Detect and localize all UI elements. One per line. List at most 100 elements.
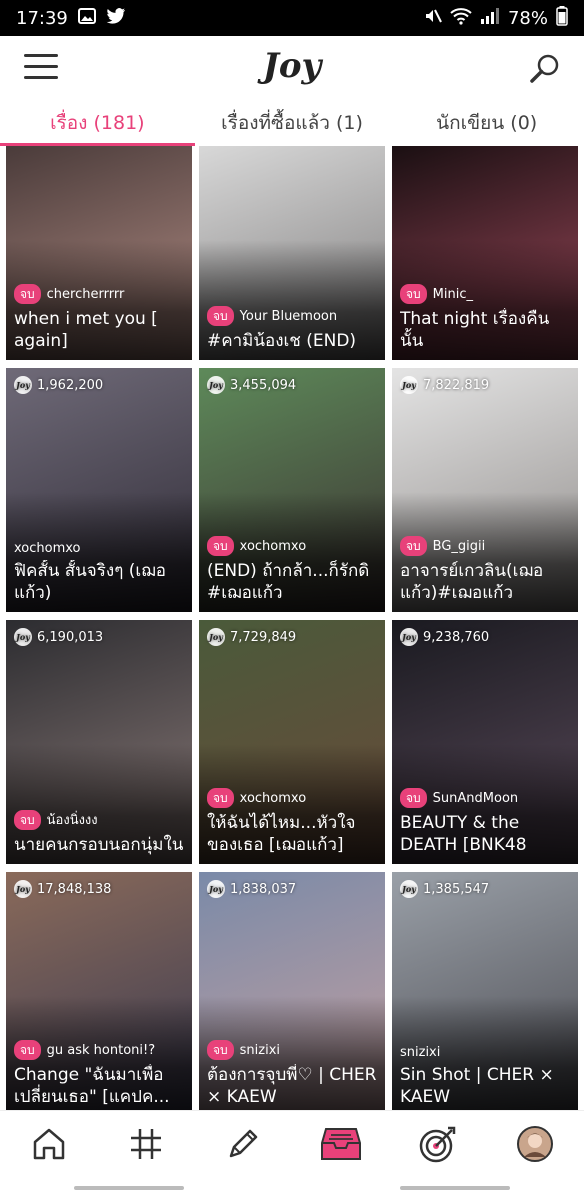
story-title: Sin Shot | CHER × KAEW bbox=[400, 1065, 554, 1107]
card-meta: จบ Your Bluemoon #คามิน้องเช (END) bbox=[207, 306, 379, 352]
author-row: จบ น้องนิ่งงง bbox=[14, 809, 186, 830]
views-icon: Joy bbox=[14, 880, 32, 898]
author-row: จบ Minic_ bbox=[400, 284, 572, 304]
story-card[interactable]: Joy 1,962,200 xochomxo ฟิคสั้น สั้นจริงๆ (เ… bbox=[6, 368, 192, 612]
gesture-pill bbox=[400, 1186, 510, 1190]
card-meta: จบ Minic_ That night เรื่องคืนนั้น bbox=[400, 284, 572, 352]
views-icon: Joy bbox=[14, 628, 32, 646]
views-icon: Joy bbox=[400, 880, 418, 898]
view-count-text: 17,848,138 bbox=[37, 881, 112, 897]
nav-profile[interactable] bbox=[511, 1120, 559, 1168]
target-icon bbox=[419, 1126, 456, 1162]
completed-badge: จบ bbox=[207, 1040, 234, 1060]
card-meta: จบ snizixi ต้องการจุบพี่♡ | CHER × KAEW bbox=[207, 1040, 379, 1108]
story-card[interactable]: Joy 17,848,138 จบ gu ask hontoni!? Change "ฉ… bbox=[6, 872, 192, 1110]
story-title: (END) ถ้ากล้า...ก็รักดิ #เฌอแก้ว bbox=[207, 561, 370, 603]
author-name: snizixi bbox=[400, 1045, 441, 1060]
story-card[interactable]: Joy 9,238,760 จบ SunAndMoon BEAUTY & the DEA… bbox=[392, 620, 578, 864]
author-row: จบ chercherrrrr bbox=[14, 284, 186, 304]
story-card[interactable]: Joy 3,455,094 จบ xochomxo (END) ถ้ากล้า...ก็… bbox=[199, 368, 385, 612]
author-row: snizixi bbox=[400, 1045, 572, 1060]
search-button[interactable] bbox=[528, 52, 562, 86]
author-row: จบ snizixi bbox=[207, 1040, 379, 1060]
view-count: Joy 6,190,013 bbox=[14, 628, 103, 646]
avatar bbox=[517, 1125, 554, 1162]
view-count: Joy 9,238,760 bbox=[400, 628, 489, 646]
completed-badge: จบ bbox=[14, 809, 41, 830]
story-title: ให้ฉันได้ไหม...หัวใจของเธอ [เฌอแก้ว] bbox=[207, 813, 356, 855]
completed-badge: จบ bbox=[400, 284, 427, 304]
author-name: gu ask hontoni!? bbox=[46, 1042, 156, 1058]
battery-percent: 78% bbox=[507, 7, 548, 29]
completed-badge: จบ bbox=[14, 284, 41, 304]
view-count-text: 3,455,094 bbox=[230, 377, 297, 393]
search-icon bbox=[530, 54, 559, 83]
card-meta: จบ xochomxo ให้ฉันได้ไหม...หัวใจของเธอ [เฌ… bbox=[207, 788, 379, 856]
author-row: จบ gu ask hontoni!? bbox=[14, 1040, 186, 1060]
gesture-bar bbox=[0, 1176, 584, 1200]
home-icon bbox=[33, 1128, 64, 1159]
author-row: จบ Your Bluemoon bbox=[207, 306, 379, 326]
status-bar: 17:39 78% bbox=[0, 0, 584, 36]
story-card[interactable]: Joy 7,822,819 จบ BG_gigii อาจารย์เกวลิน(เฌอแ… bbox=[392, 368, 578, 612]
view-count-text: 6,190,013 bbox=[37, 629, 104, 645]
story-card[interactable]: จบ chercherrrrr when i met you [ again] bbox=[6, 146, 192, 360]
author-name: Minic_ bbox=[432, 286, 473, 302]
nav-library[interactable] bbox=[317, 1120, 365, 1168]
card-meta: จบ xochomxo (END) ถ้ากล้า...ก็รักดิ #เฌอแก… bbox=[207, 536, 379, 604]
view-count-text: 7,729,849 bbox=[230, 629, 297, 645]
card-meta: จบ gu ask hontoni!? Change "ฉันมาเพื่อเปลี… bbox=[14, 1040, 186, 1108]
story-card[interactable]: จบ Your Bluemoon #คามิน้องเช (END) bbox=[199, 146, 385, 360]
author-name: SunAndMoon bbox=[432, 790, 519, 806]
tab-purchased[interactable]: เรื่องที่ซื้อแล้ว (1) bbox=[195, 100, 390, 146]
view-count: Joy 17,848,138 bbox=[14, 880, 111, 898]
story-card[interactable]: Joy 6,190,013 จบ น้องนิ่งงงนายคนกรอบนอกนุ่ม… bbox=[6, 620, 192, 864]
story-card[interactable]: Joy 7,729,849 จบ xochomxo ให้ฉันได้ไหม...หัว… bbox=[199, 620, 385, 864]
author-name: Your Bluemoon bbox=[239, 308, 338, 324]
author-row: จบ xochomxo bbox=[207, 788, 379, 808]
views-icon: Joy bbox=[14, 376, 32, 394]
tab-bar: เรื่อง (181) เรื่องที่ซื้อแล้ว (1) นักเข… bbox=[0, 100, 584, 146]
completed-badge: จบ bbox=[400, 788, 427, 808]
gesture-pill bbox=[74, 1186, 184, 1190]
view-count-text: 7,822,819 bbox=[423, 377, 490, 393]
nav-tags[interactable] bbox=[122, 1120, 170, 1168]
story-card[interactable]: Joy 1,838,037 จบ snizixi ต้องการจุบพี่♡ | CH… bbox=[199, 872, 385, 1110]
story-grid: จบ chercherrrrr when i met you [ again] จบ Y… bbox=[0, 146, 584, 1110]
bottom-nav bbox=[0, 1110, 584, 1176]
mute-icon bbox=[424, 7, 442, 30]
tab-writers[interactable]: นักเขียน (0) bbox=[389, 100, 584, 146]
signal-icon bbox=[480, 7, 500, 30]
nav-home[interactable] bbox=[25, 1120, 73, 1168]
view-count-text: 1,838,037 bbox=[230, 881, 297, 897]
completed-badge: จบ bbox=[207, 306, 234, 326]
views-icon: Joy bbox=[207, 880, 225, 898]
battery-icon bbox=[556, 5, 568, 31]
views-icon: Joy bbox=[400, 628, 418, 646]
story-title: BEAUTY & the DEATH [BNK48 เฌอxแก้ว] bbox=[400, 813, 527, 855]
nav-goals[interactable] bbox=[414, 1120, 462, 1168]
card-meta: จบ chercherrrrr when i met you [ again] bbox=[14, 284, 186, 352]
wifi-icon bbox=[450, 7, 472, 30]
views-icon: Joy bbox=[207, 376, 225, 394]
story-card[interactable]: Joy 1,385,547 snizixi Sin Shot | CHER × KAE… bbox=[392, 872, 578, 1110]
completed-badge: จบ bbox=[400, 536, 427, 556]
view-count: Joy 1,385,547 bbox=[400, 880, 489, 898]
story-title: That night เรื่องคืนนั้น bbox=[400, 309, 550, 351]
story-title: Change "ฉันมาเพื่อเปลี่ยนเธอ" [แคปค... bbox=[14, 1065, 170, 1107]
view-count: Joy 1,838,037 bbox=[207, 880, 296, 898]
nav-write[interactable] bbox=[219, 1120, 267, 1168]
view-count-text: 1,962,200 bbox=[37, 377, 104, 393]
story-card[interactable]: จบ Minic_ That night เรื่องคืนนั้น bbox=[392, 146, 578, 360]
view-count: Joy 7,822,819 bbox=[400, 376, 489, 394]
image-icon bbox=[77, 7, 96, 29]
story-title: นายคนกรอบนอกนุ่มใน bbox=[14, 835, 184, 855]
author-name: snizixi bbox=[239, 1042, 281, 1058]
completed-badge: จบ bbox=[207, 536, 234, 556]
tab-stories[interactable]: เรื่อง (181) bbox=[0, 100, 195, 146]
card-meta: จบ BG_gigii อาจารย์เกวลิน(เฌอแก้ว)#เฌอแก้ว bbox=[400, 536, 572, 604]
pencil-icon bbox=[230, 1129, 258, 1157]
view-count-text: 9,238,760 bbox=[423, 629, 490, 645]
author-row: xochomxo bbox=[14, 541, 186, 556]
hashtag-icon bbox=[130, 1128, 161, 1159]
